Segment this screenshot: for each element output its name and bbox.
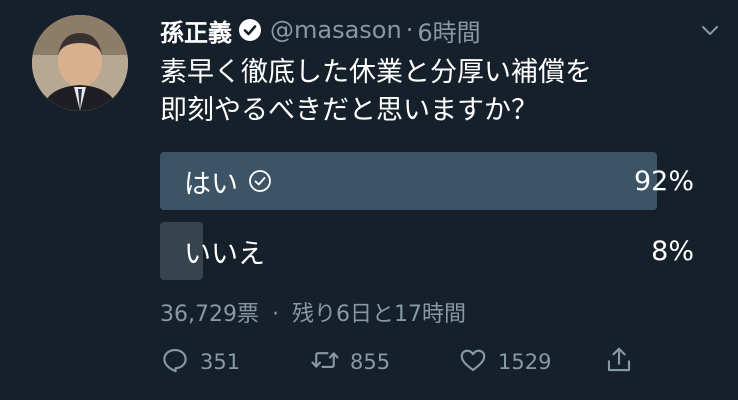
reply-button[interactable]: 351 [160,344,240,380]
share-button[interactable] [604,344,634,380]
poll-vote-count: 36,729票 [160,302,259,327]
chevron-down-icon[interactable] [698,18,722,42]
poll-option-label-wrap: いいえ [184,222,265,280]
tweet-text: 素早く徹底した休業と分厚い補償を 即刻やるべきだと思いますか？ [160,54,700,130]
poll-time-remaining: 残り6日と17時間 [291,302,466,327]
poll-option-label-wrap: はい [184,152,272,210]
tweet-header: 孫正義 @masason · 6時間 [160,12,481,48]
poll-meta-separator: · [271,302,279,327]
retweet-count: 855 [350,350,391,374]
header-separator: · [405,16,414,44]
poll-option-percent: 92% [633,165,694,197]
retweet-icon [310,345,340,380]
like-count: 1529 [498,350,552,374]
share-icon [604,345,634,380]
verified-badge-icon [238,18,262,42]
tweet-text-line: 素早く徹底した休業と分厚い補償を [160,57,592,88]
poll-option-percent: 8% [651,235,694,267]
tweet-text-line: 即刻やるべきだと思いますか？ [160,95,538,126]
poll-meta: 36,729票 · 残り6日と17時間 [160,296,466,328]
heart-icon [458,345,488,380]
check-circle-icon [248,169,272,193]
reply-count: 351 [200,350,241,374]
avatar[interactable] [32,15,128,111]
reply-icon [160,345,190,380]
tweet-timestamp[interactable]: 6時間 [417,13,480,48]
poll-option-label: いいえ [184,238,265,270]
author-handle[interactable]: @masason [270,16,402,44]
poll-option-no: いいえ 8% [160,222,700,280]
like-button[interactable]: 1529 [458,344,551,380]
retweet-button[interactable]: 855 [310,344,390,380]
poll-option-yes: はい 92% [160,152,700,210]
author-name[interactable]: 孫正義 [160,13,232,48]
poll-option-label: はい [184,168,238,200]
tweet-actions: 351 855 1529 [160,344,700,380]
avatar-image [32,15,128,111]
